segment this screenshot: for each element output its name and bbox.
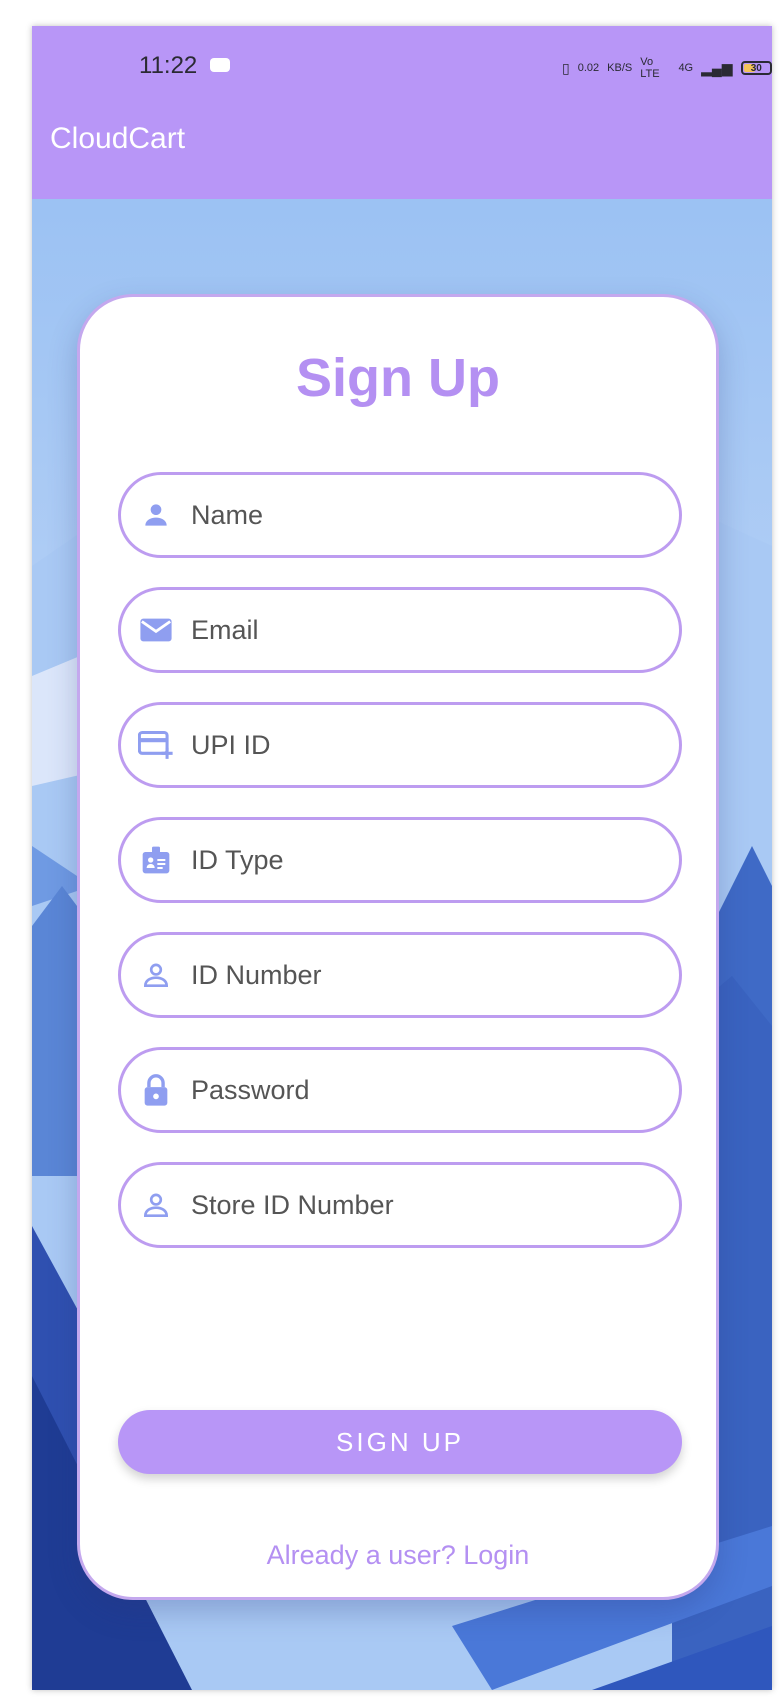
password-field[interactable] (118, 1047, 682, 1133)
id-badge-icon (138, 842, 174, 878)
vibrate-icon: ▯ (562, 59, 570, 76)
id-number-input[interactable] (189, 935, 655, 1015)
upi-id-input[interactable] (189, 705, 655, 785)
notification-icon (210, 58, 230, 72)
name-field[interactable] (118, 472, 682, 558)
battery-level: 30 (750, 62, 762, 74)
signal-icon: ▂▄▆ (701, 59, 733, 76)
email-field[interactable] (118, 587, 682, 673)
phone-screen: 11:22 ▯ 0.02 KB/S Vo LTE 4G ▂▄▆ 30 Cloud… (32, 26, 772, 1690)
app-bar: 11:22 ▯ 0.02 KB/S Vo LTE 4G ▂▄▆ 30 Cloud… (32, 26, 772, 199)
status-time: 11:22 (139, 52, 198, 79)
signal-label: 4G (678, 62, 694, 74)
person-icon (138, 497, 174, 533)
signup-card: Sign Up Name Email UPI ID ID Type ID Num… (77, 294, 719, 1600)
card-add-icon (138, 727, 174, 763)
network-unit: KB/S (607, 62, 633, 74)
status-indicators: ▯ 0.02 KB/S Vo LTE 4G ▂▄▆ 30 (562, 56, 772, 80)
network-speed: 0.02 (577, 62, 600, 74)
person-outline-icon (138, 1187, 174, 1223)
upi-id-field[interactable] (118, 702, 682, 788)
battery-icon: 30 (740, 61, 772, 75)
store-id-input[interactable] (189, 1165, 655, 1245)
app-title: CloudCart (50, 122, 186, 155)
signup-button[interactable]: SIGN UP (118, 1410, 682, 1474)
person-outline-icon (138, 957, 174, 993)
login-link[interactable]: Already a user? Login (80, 1540, 716, 1571)
volte-label: Vo LTE (640, 56, 660, 80)
email-input[interactable] (189, 590, 655, 670)
email-icon (138, 612, 174, 648)
id-type-input[interactable] (189, 820, 655, 900)
id-number-field[interactable] (118, 932, 682, 1018)
password-input[interactable] (189, 1050, 655, 1130)
page-title: Sign Up (296, 348, 500, 408)
id-type-field[interactable] (118, 817, 682, 903)
name-input[interactable] (189, 475, 655, 555)
lock-icon (138, 1072, 174, 1108)
store-id-field[interactable] (118, 1162, 682, 1248)
